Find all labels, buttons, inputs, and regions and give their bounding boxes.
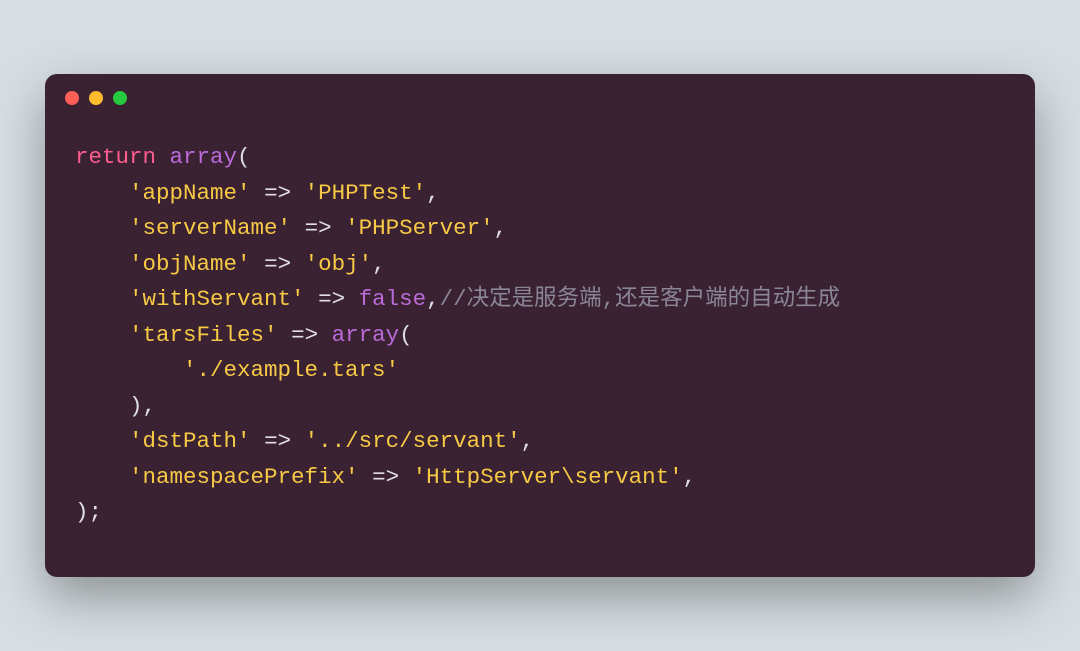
val-serverName: 'PHPServer' [345,215,494,241]
arrow: => [318,286,345,312]
zoom-icon[interactable] [113,91,127,105]
paren-open: ( [399,322,413,348]
val-namespacePrefix: 'HttpServer\servant' [413,464,683,490]
val-objName: 'obj' [305,251,373,277]
window-titlebar [45,74,1035,122]
val-false: false [359,286,427,312]
arrow: => [372,464,399,490]
arrow: => [305,215,332,241]
val-tarsFile: './example.tars' [183,357,399,383]
fn-array: array [170,144,238,170]
key-appName: 'appName' [129,180,251,206]
close-icon[interactable] [65,91,79,105]
arrow: => [291,322,318,348]
key-namespacePrefix: 'namespacePrefix' [129,464,359,490]
comma: , [426,286,440,312]
code-block: return array( 'appName' => 'PHPTest', 's… [45,122,1035,577]
comma: , [521,428,535,454]
key-objName: 'objName' [129,251,251,277]
comma: , [494,215,508,241]
val-dstPath: '../src/servant' [305,428,521,454]
key-withServant: 'withServant' [129,286,305,312]
paren-open: ( [237,144,251,170]
paren-close: ), [129,393,156,419]
fn-array: array [332,322,400,348]
key-dstPath: 'dstPath' [129,428,251,454]
key-serverName: 'serverName' [129,215,291,241]
arrow: => [264,428,291,454]
comma: , [372,251,386,277]
code-window: return array( 'appName' => 'PHPTest', 's… [45,74,1035,577]
comment: //决定是服务端,还是客户端的自动生成 [440,286,841,312]
paren-close: ); [75,499,102,525]
arrow: => [264,251,291,277]
key-tarsFiles: 'tarsFiles' [129,322,278,348]
arrow: => [264,180,291,206]
comma: , [683,464,697,490]
val-appName: 'PHPTest' [305,180,427,206]
kw-return: return [75,144,156,170]
minimize-icon[interactable] [89,91,103,105]
comma: , [426,180,440,206]
